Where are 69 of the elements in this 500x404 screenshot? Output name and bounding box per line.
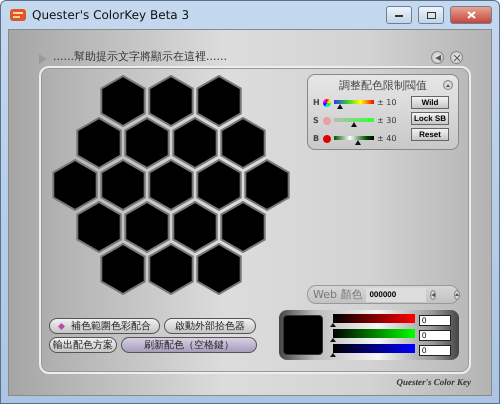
- channel-label: S: [313, 116, 320, 125]
- close-icon: [466, 11, 476, 19]
- back-button[interactable]: [431, 51, 444, 64]
- threshold-value: ± 10: [377, 98, 398, 107]
- color-swatch[interactable]: [76, 200, 122, 254]
- up-triangle-icon: [455, 293, 460, 296]
- color-swatch[interactable]: [220, 200, 266, 254]
- color-swatch[interactable]: [172, 200, 218, 254]
- web-color-label: Web 顏色: [313, 287, 362, 302]
- threshold-value: ± 30: [377, 116, 398, 125]
- rgb-slider[interactable]: [333, 314, 415, 326]
- color-swatch[interactable]: [52, 158, 98, 212]
- hex-input-field[interactable]: 000000: [366, 288, 426, 302]
- option-button[interactable]: Wild: [411, 96, 449, 109]
- close-icon: [454, 54, 460, 60]
- hint-text: ......幫助提示文字將顯示在這裡......: [53, 49, 228, 64]
- color-swatch[interactable]: [196, 158, 242, 212]
- color-swatch[interactable]: [100, 242, 146, 296]
- up-triangle-icon: [446, 84, 450, 86]
- channel-label: B: [313, 134, 320, 143]
- maximize-icon: [426, 12, 436, 18]
- color-swatch[interactable]: [172, 116, 218, 170]
- slider-thumb[interactable]: [351, 122, 357, 127]
- threshold-value: ± 40: [377, 134, 398, 143]
- slider-thumb[interactable]: [355, 140, 361, 145]
- window-title: Quester's ColorKey Beta 3: [32, 8, 190, 22]
- option-button[interactable]: Reset: [411, 128, 449, 141]
- color-swatch[interactable]: [76, 116, 122, 170]
- color-swatch[interactable]: [196, 74, 242, 128]
- color-swatch[interactable]: [148, 242, 194, 296]
- slider-thumb[interactable]: [337, 104, 343, 109]
- color-swatch[interactable]: [148, 74, 194, 128]
- channel-label: H: [313, 98, 320, 107]
- color-swatch[interactable]: [220, 116, 266, 170]
- slider-thumb[interactable]: [330, 352, 336, 356]
- rgb-slider[interactable]: [333, 328, 415, 342]
- maximize-button[interactable]: [418, 6, 444, 24]
- color-swatch[interactable]: [196, 242, 242, 296]
- collapse-button[interactable]: [443, 80, 453, 90]
- prev-button[interactable]: [430, 290, 436, 300]
- action-button[interactable]: 補色範圍色彩配合: [49, 318, 160, 334]
- color-swatch[interactable]: [100, 158, 146, 212]
- color-swatch[interactable]: [124, 116, 170, 170]
- close-panel-button[interactable]: [450, 51, 463, 64]
- value-input-field[interactable]: 0: [419, 314, 451, 326]
- footer-brand-text: Quester's Color Key: [396, 377, 471, 387]
- close-button[interactable]: [450, 6, 492, 24]
- rgb-slider[interactable]: [333, 344, 415, 356]
- minimize-icon: [395, 14, 403, 16]
- diamond-icon: [58, 322, 65, 330]
- color-swatch[interactable]: [244, 158, 290, 212]
- value-input-field[interactable]: 0: [419, 344, 451, 356]
- channel-dot-icon: [323, 98, 331, 106]
- color-swatch[interactable]: [100, 74, 146, 128]
- minimize-button[interactable]: [386, 6, 412, 24]
- up-button[interactable]: [454, 290, 460, 300]
- action-button[interactable]: 輸出配色方案: [49, 337, 117, 353]
- panel-title: 調整配色限制閥值: [339, 78, 427, 93]
- left-triangle-icon: [431, 292, 436, 296]
- channel-dot-icon: [323, 116, 331, 124]
- app-logo-icon: [10, 8, 26, 22]
- color-swatch[interactable]: [124, 200, 170, 254]
- left-triangle-icon: [434, 54, 440, 60]
- channel-dot-icon: [323, 134, 331, 142]
- option-button[interactable]: Lock SB: [411, 112, 449, 125]
- action-button[interactable]: 刷新配色（空格鍵）: [121, 337, 257, 353]
- color-swatch[interactable]: [148, 158, 194, 212]
- action-button[interactable]: 啟動外部拾色器: [164, 318, 256, 334]
- value-input-field[interactable]: 0: [419, 330, 451, 340]
